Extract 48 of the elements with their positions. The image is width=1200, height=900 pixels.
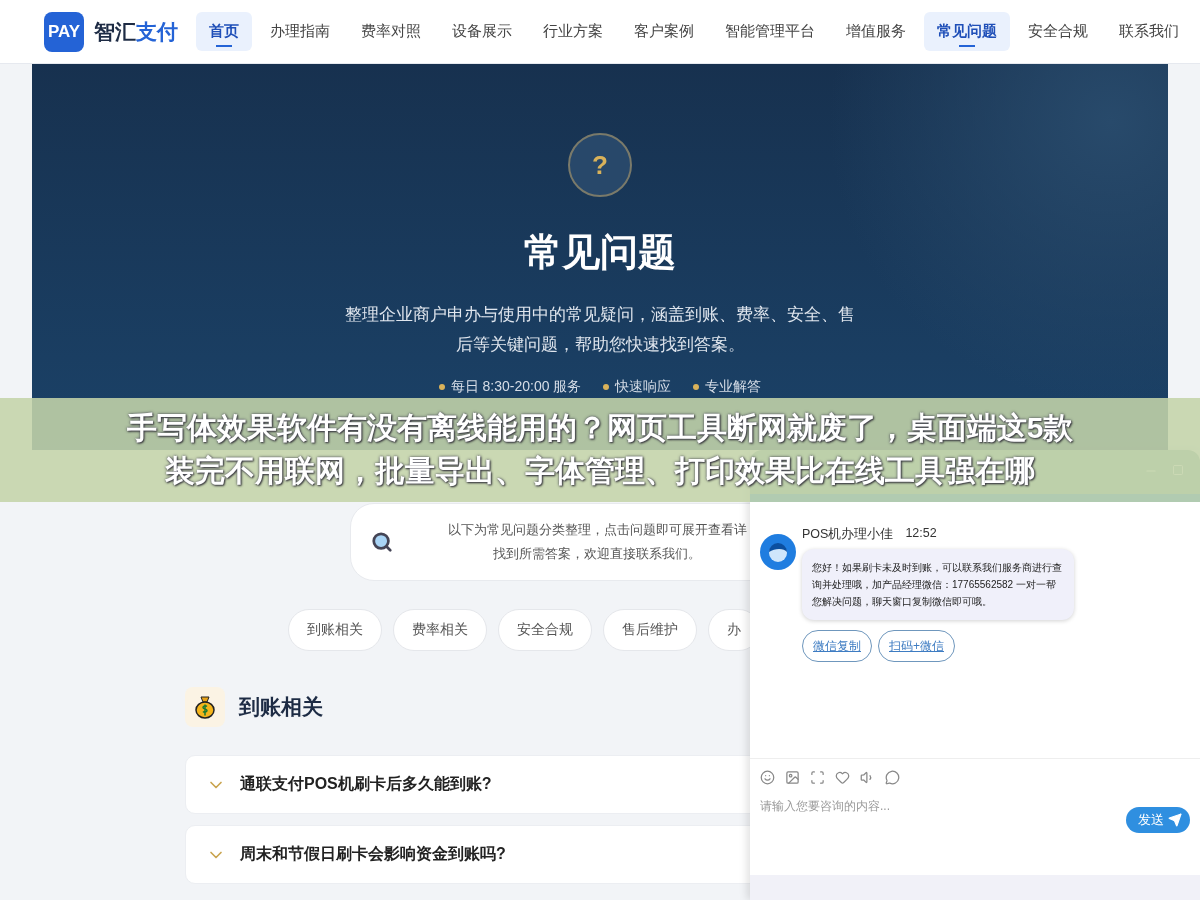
heart-icon[interactable]	[835, 769, 850, 785]
screenshot-icon[interactable]	[810, 769, 825, 785]
section-title: 到账相关	[239, 694, 323, 720]
bullet-dot	[603, 384, 610, 390]
brand-name: 智汇	[94, 18, 136, 45]
hero-title: 常见问题	[524, 230, 676, 275]
chat-action-button[interactable]: 微信复制	[802, 630, 872, 662]
category-chip[interactable]: 售后维护	[603, 609, 697, 651]
agent-name: POS机办理小佳	[802, 526, 894, 543]
feature-text: 专业解答	[705, 378, 762, 396]
nav-tab[interactable]: 费率对照	[348, 12, 434, 51]
feature-text: 每日 8:30-20:00 服务	[450, 378, 582, 396]
nav-tab[interactable]: 联系我们	[1106, 12, 1192, 51]
money-bag-icon	[185, 687, 225, 727]
message-time: 12:52	[905, 526, 937, 542]
feature-text: 快速响应	[615, 378, 672, 396]
category-chip[interactable]: 费率相关	[393, 609, 487, 651]
chat-bubble-icon[interactable]	[885, 769, 900, 785]
nav-tab[interactable]: 增值服务	[833, 12, 919, 51]
nav-tab[interactable]: 常见问题	[924, 12, 1010, 51]
notice-text: 以下为常见问题分类整理，点击问题即可展开查看详	[447, 521, 747, 539]
chat-action-button[interactable]: 扫码+微信	[878, 630, 955, 662]
nav-tab[interactable]: 行业方案	[530, 12, 616, 51]
nav-tab[interactable]: 安全合规	[1015, 12, 1101, 51]
message-bubble: 您好！如果刷卡未及时到账，可以联系我们服务商进行查询并处理哦，加产品经理微信：17765562582 一对一帮您解决问题，聊天窗口复制微信即可哦。	[802, 549, 1074, 620]
category-chip[interactable]: 到账相关	[288, 609, 382, 651]
caption-text: 装完不用联网，批量导出、字体管理、打印效果比在线工具强在哪	[165, 453, 1035, 489]
nav-tab[interactable]: 首页	[196, 12, 252, 51]
faq-question: 周末和节假日刷卡会影响资金到账吗?	[240, 844, 506, 864]
brand-name-accent: 支付	[136, 18, 178, 45]
nav-tab[interactable]: 设备展示	[439, 12, 525, 51]
caption-text: 手写体效果软件有没有离线能用的？网页工具断网就废了，桌面端这5款	[126, 410, 1074, 446]
faq-question: 通联支付POS机刷卡后多久能到账?	[240, 774, 492, 794]
agent-avatar	[760, 534, 796, 570]
logo-badge: PAY	[44, 11, 84, 52]
category-chip[interactable]: 安全合规	[498, 609, 592, 651]
bullet-dot	[693, 384, 700, 390]
nav-tab[interactable]: 智能管理平台	[712, 12, 828, 51]
notice-text: 找到所需答案，欢迎直接联系我们。	[493, 545, 701, 563]
image-icon[interactable]	[785, 769, 800, 785]
question-mark-badge: ?	[568, 133, 632, 197]
bullet-dot	[438, 384, 445, 390]
send-icon	[1168, 813, 1182, 827]
emoji-icon[interactable]	[760, 769, 775, 785]
search-icon	[371, 531, 393, 553]
hero-description: 整理企业商户申办与使用中的常见疑问，涵盖到账、费率、安全、售后等关键问题，帮助您快速找到答案。	[344, 304, 856, 356]
nav-tab[interactable]: 客户案例	[621, 12, 707, 51]
nav-tab[interactable]: 办理指南	[257, 12, 343, 51]
